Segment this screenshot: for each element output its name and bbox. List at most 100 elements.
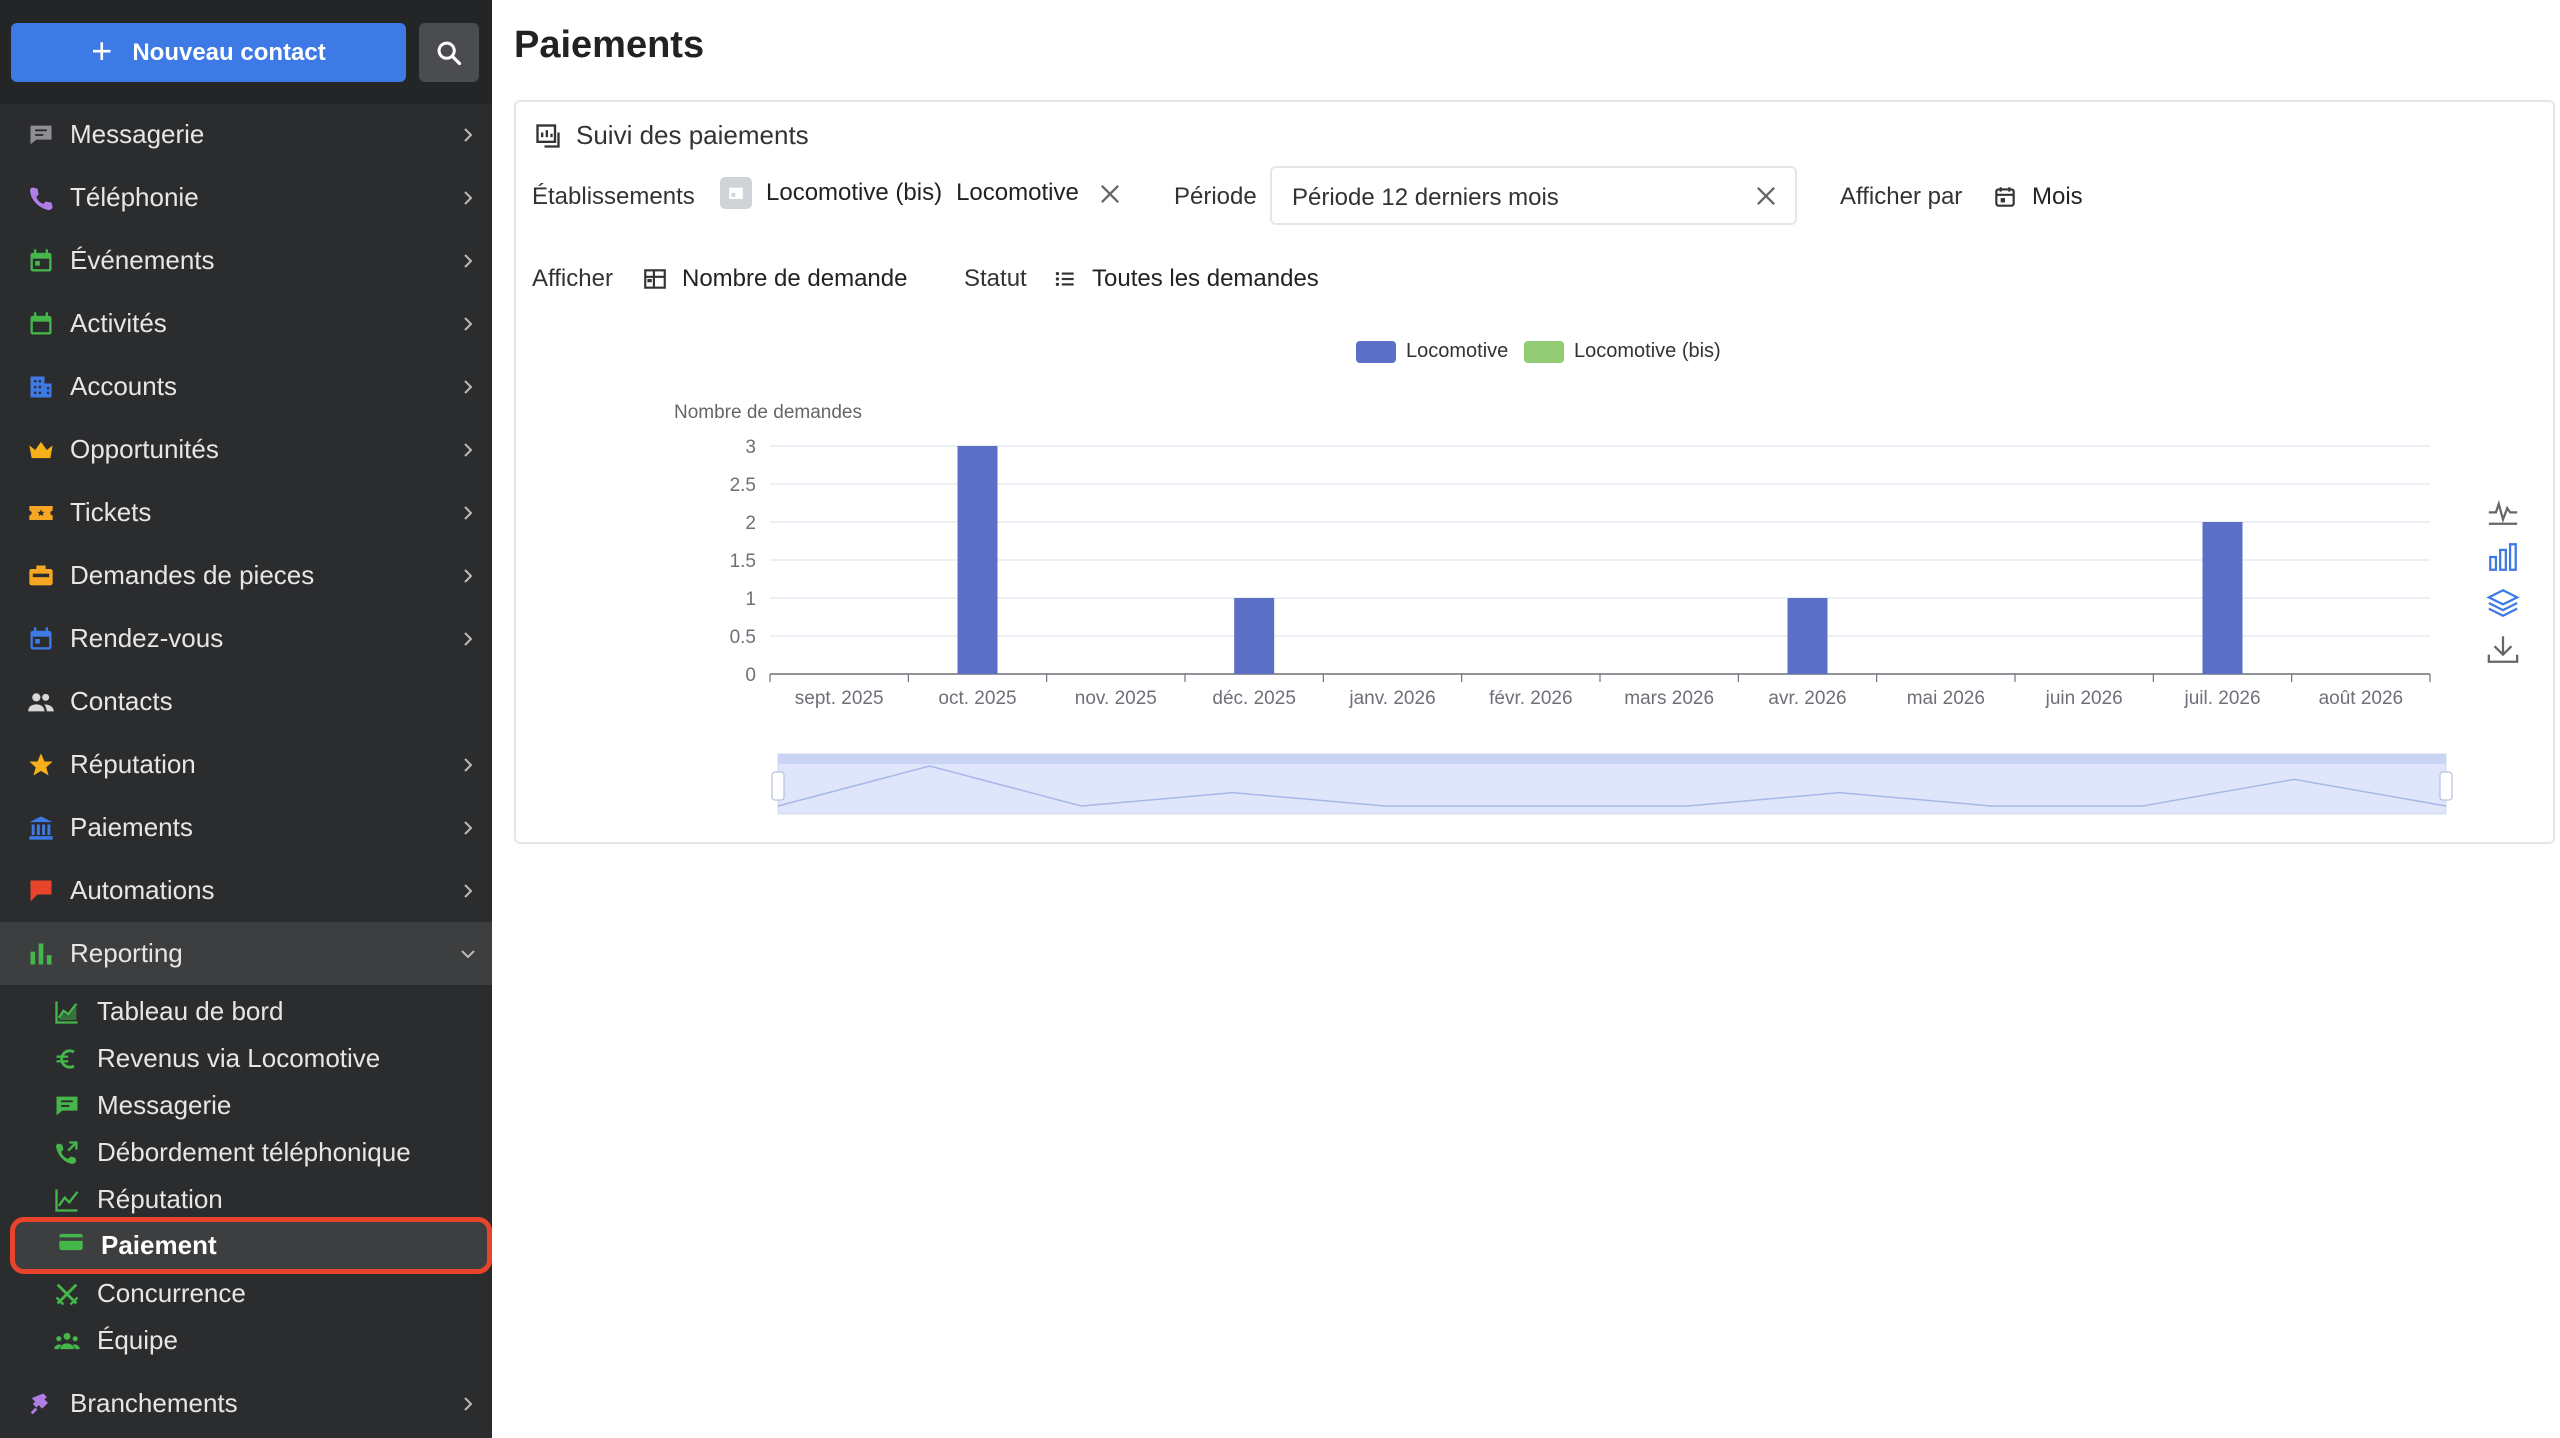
sidebar-item-reputation[interactable]: Réputation — [0, 733, 492, 796]
bar-chart: Nombre de demandes 0 0.5 1 1.5 2 2.5 3 sept. 202… — [674, 402, 2453, 815]
y-tick-label: 1 — [745, 589, 756, 610]
y-tick-label: 2 — [745, 513, 756, 534]
bar-chart-icon[interactable] — [2486, 540, 2520, 574]
download-icon[interactable] — [2486, 632, 2520, 666]
sidebar-subitem-messagerie[interactable]: Messagerie — [0, 1082, 492, 1129]
flag-icon — [26, 877, 56, 905]
x-tick-label: août 2026 — [2319, 688, 2404, 709]
sidebar-item-label: Rendez-vous — [70, 623, 224, 653]
sidebar-subitem-debordement-telephonique[interactable]: Débordement téléphonique — [0, 1129, 492, 1176]
sidebar-subitem-label: Messagerie — [97, 1090, 232, 1120]
x-tick-label: déc. 2025 — [1212, 688, 1295, 709]
chat-icon — [52, 1092, 82, 1120]
bar-locomotive — [1234, 598, 1275, 674]
y-axis-label: Nombre de demandes — [674, 402, 862, 423]
swords-icon — [52, 1280, 82, 1308]
sidebar-item-label: Automations — [70, 875, 215, 905]
card-icon — [56, 1228, 86, 1256]
calendar-icon — [26, 625, 56, 653]
search-button[interactable] — [419, 23, 479, 82]
sidebar-item-label: Branchements — [70, 1388, 238, 1418]
ticket-icon — [26, 499, 56, 527]
sidebar-item-opportunites[interactable]: Opportunités — [0, 418, 492, 481]
sidebar: + Nouveau contact Messagerie Téléphonie Év… — [0, 0, 492, 1438]
sidebar-item-label: Téléphonie — [70, 182, 199, 212]
bar-chart-icon — [26, 940, 56, 968]
sidebar-item-demandes-de-pieces[interactable]: Demandes de pieces — [0, 544, 492, 607]
chevron-right-icon — [458, 501, 478, 525]
sidebar-subitem-reputation[interactable]: Réputation — [0, 1176, 492, 1223]
sidebar-item-automations[interactable]: Automations — [0, 859, 492, 922]
sidebar-item-label: Messagerie — [70, 119, 205, 149]
sidebar-item-telephonie[interactable]: Téléphonie — [0, 166, 492, 229]
chevron-right-icon — [458, 879, 478, 903]
calendar-check-icon — [26, 310, 56, 338]
chevron-right-icon — [458, 249, 478, 273]
sidebar-item-label: Paiements — [70, 812, 193, 842]
bank-icon — [26, 814, 56, 842]
y-tick-label: 1.5 — [730, 551, 756, 572]
y-tick-label: 0.5 — [730, 627, 756, 648]
y-tick-label: 3 — [745, 437, 756, 458]
chevron-right-icon — [458, 816, 478, 840]
calendar-icon — [26, 247, 56, 275]
x-tick-label: mai 2026 — [1907, 688, 1985, 709]
building-icon — [26, 373, 56, 401]
people-icon — [26, 688, 56, 716]
chevron-right-icon — [458, 186, 478, 210]
chevron-right-icon — [458, 564, 478, 588]
sidebar-subitem-equipe[interactable]: Équipe — [0, 1317, 492, 1364]
bar-locomotive — [1787, 598, 1828, 674]
chevron-right-icon — [458, 627, 478, 651]
euro-icon — [52, 1045, 82, 1073]
sidebar-item-accounts[interactable]: Accounts — [0, 355, 492, 418]
sidebar-item-label: Accounts — [70, 371, 177, 401]
payments-card: Suivi des paiements Établissements Locom… — [514, 100, 2555, 844]
sidebar-item-rendez-vous[interactable]: Rendez-vous — [0, 607, 492, 670]
sidebar-item-label: Activités — [70, 308, 167, 338]
new-contact-label: Nouveau contact — [132, 38, 326, 66]
page-title: Paiements — [514, 24, 705, 66]
sidebar-subitem-label: Réputation — [97, 1184, 223, 1214]
zoom-slider-top-bar — [778, 754, 2446, 764]
sidebar-subitem-label: Équipe — [97, 1325, 178, 1355]
phone-forward-icon — [52, 1139, 82, 1167]
x-tick-label: janv. 2026 — [1348, 688, 1435, 709]
zoom-handle-right[interactable] — [2439, 771, 2453, 801]
sidebar-subitem-paiement[interactable]: Paiement — [10, 1217, 492, 1274]
line-chart-icon — [52, 1186, 82, 1214]
sidebar-item-tickets[interactable]: Tickets — [0, 481, 492, 544]
stack-icon[interactable] — [2486, 586, 2520, 620]
sidebar-item-contacts[interactable]: Contacts — [0, 670, 492, 733]
line-chart-icon[interactable] — [2486, 494, 2520, 528]
chat-icon — [26, 121, 56, 149]
sidebar-subitem-revenus-via-locomotive[interactable]: Revenus via Locomotive — [0, 1035, 492, 1082]
sidebar-item-paiements[interactable]: Paiements — [0, 796, 492, 859]
chevron-right-icon — [458, 753, 478, 777]
sidebar-item-label: Réputation — [70, 749, 196, 779]
sidebar-subitem-tableau-de-bord[interactable]: Tableau de bord — [0, 988, 492, 1035]
sidebar-item-branchements[interactable]: Branchements — [0, 1372, 492, 1435]
bar-locomotive — [957, 446, 998, 674]
team-icon — [52, 1327, 82, 1355]
x-tick-label: mars 2026 — [1624, 688, 1714, 709]
sidebar-subitem-label: Concurrence — [97, 1278, 246, 1308]
x-tick-label: sept. 2025 — [795, 688, 884, 709]
x-tick-label: févr. 2026 — [1489, 688, 1572, 709]
parts-icon — [26, 562, 56, 590]
x-tick-label: avr. 2026 — [1768, 688, 1846, 709]
zoom-handle-left[interactable] — [771, 771, 785, 801]
star-icon — [26, 751, 56, 779]
bar-locomotive — [2202, 522, 2243, 674]
y-tick-label: 0 — [745, 665, 756, 686]
sidebar-subitem-concurrence[interactable]: Concurrence — [0, 1270, 492, 1317]
new-contact-button[interactable]: + Nouveau contact — [11, 23, 406, 82]
sidebar-item-messagerie[interactable]: Messagerie — [0, 103, 492, 166]
plus-icon: + — [91, 29, 113, 71]
chevron-right-icon — [458, 375, 478, 399]
sidebar-item-reporting[interactable]: Reporting — [0, 922, 492, 985]
chevron-right-icon — [458, 438, 478, 462]
sidebar-item-evenements[interactable]: Événements — [0, 229, 492, 292]
chevron-right-icon — [458, 1392, 478, 1416]
sidebar-item-activites[interactable]: Activités — [0, 292, 492, 355]
